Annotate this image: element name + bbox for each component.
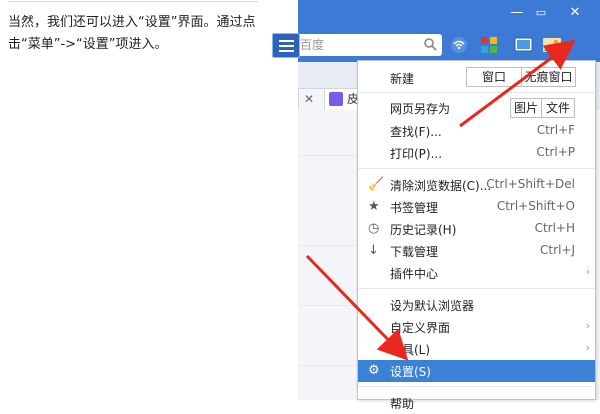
search-input[interactable]: 百度	[298, 34, 442, 56]
menu-item-shortcut: Ctrl+Shift+Del	[486, 177, 575, 191]
menu-item-downloads[interactable]: ↓ 下载管理 Ctrl+J	[358, 240, 595, 262]
image-icon[interactable]	[541, 35, 563, 55]
menu-item-tools[interactable]: 工具(L) ›	[358, 338, 595, 360]
search-icon[interactable]	[423, 37, 437, 51]
restore-button[interactable]: ▭	[530, 3, 552, 23]
menu-item-label: 下载管理	[390, 245, 439, 259]
menu-item-plugins[interactable]: 插件中心 ›	[358, 262, 595, 284]
new-window-button[interactable]: 窗口	[466, 67, 522, 87]
menu-separator	[358, 168, 595, 169]
title-bar: — ▭ ✕	[298, 0, 600, 28]
menu-item-shortcut: Ctrl+Shift+O	[496, 199, 575, 213]
divider	[298, 245, 358, 246]
divider	[298, 305, 358, 306]
chevron-right-icon: ›	[585, 319, 590, 332]
menu-separator	[358, 386, 595, 387]
apps-icon[interactable]	[478, 35, 500, 55]
gear-icon: ⚙	[368, 363, 380, 378]
hamburger-line	[279, 40, 294, 42]
divider	[298, 155, 358, 156]
close-tab-icon[interactable]: ✕	[304, 92, 314, 106]
toolbar: 百度	[298, 28, 600, 62]
save-image-button[interactable]: 图片	[510, 98, 542, 118]
close-button[interactable]: ✕	[564, 3, 586, 23]
menu-item-label: 历史记录(H)	[390, 223, 457, 237]
hamburger-line	[279, 45, 294, 47]
clock-icon: ◷	[368, 221, 380, 236]
menu-separator	[358, 92, 595, 93]
menu-label-new: 新建	[390, 72, 415, 86]
menu-item-shortcut: Ctrl+F	[536, 123, 575, 137]
menu-item-label: 帮助	[390, 397, 415, 411]
menu-item-label: 打印(P)...	[390, 147, 443, 161]
menu-button[interactable]	[272, 33, 300, 58]
menu-item-label: 自定义界面	[390, 321, 451, 335]
menu-label-save-as: 网页另存为	[390, 102, 451, 116]
article-panel: 当然，我们还可以进入“设置”界面。通过点击“菜单”->“设置”项进入。	[0, 0, 298, 400]
menu-item-default-browser[interactable]: 设为默认浏览器	[358, 294, 595, 316]
favicon-icon	[329, 92, 343, 106]
menu-item-settings[interactable]: ⚙ 设置(S)	[358, 360, 595, 382]
new-private-window-button[interactable]: 无痕窗口	[521, 67, 576, 87]
wifi-icon[interactable]	[448, 35, 470, 55]
menu-item-label: 插件中心	[390, 267, 439, 281]
divider	[8, 1, 258, 2]
chevron-right-icon: ›	[585, 341, 590, 354]
menu-separator	[358, 288, 595, 289]
menu-item-print[interactable]: 打印(P)... Ctrl+P	[358, 142, 595, 164]
article-text: 当然，我们还可以进入“设置”界面。通过点击“菜单”->“设置”项进入。	[8, 15, 256, 52]
broom-icon: 🧹	[368, 177, 385, 192]
menu-item-find[interactable]: 查找(F)... Ctrl+F	[358, 120, 595, 142]
screenshot-icon[interactable]	[513, 35, 535, 55]
minimize-button[interactable]: —	[506, 3, 528, 23]
menu-item-label: 设为默认浏览器	[390, 299, 475, 313]
menu-item-label: 清除浏览数据(C)...	[390, 179, 492, 193]
menu-item-label: 书签管理	[390, 201, 439, 215]
menu-item-help[interactable]: 帮助	[358, 392, 595, 414]
menu-item-shortcut: Ctrl+J	[540, 243, 575, 257]
hamburger-line	[279, 50, 294, 52]
menu-item-shortcut: Ctrl+P	[536, 145, 575, 159]
address-text: 百度	[300, 38, 325, 52]
main-menu: 新建 窗口 无痕窗口 网页另存为 图片 文件 查找(F)... Ctrl+F 打…	[357, 60, 596, 411]
menu-item-label: 查找(F)...	[390, 125, 442, 139]
download-icon: ↓	[368, 243, 379, 258]
menu-item-bookmarks[interactable]: ★ 书签管理 Ctrl+Shift+O	[358, 196, 595, 218]
star-icon: ★	[368, 199, 380, 214]
menu-item-customize[interactable]: 自定义界面 ›	[358, 316, 595, 338]
save-file-button[interactable]: 文件	[541, 98, 575, 118]
menu-item-shortcut: Ctrl+H	[534, 221, 575, 235]
menu-item-history[interactable]: ◷ 历史记录(H) Ctrl+H	[358, 218, 595, 240]
menu-item-label: 工具(L)	[390, 343, 431, 357]
chevron-right-icon: ›	[585, 265, 590, 278]
divider	[298, 365, 358, 366]
menu-item-label: 设置(S)	[390, 365, 431, 379]
menu-item-clear-data[interactable]: 🧹 清除浏览数据(C)... Ctrl+Shift+Del	[358, 174, 595, 196]
